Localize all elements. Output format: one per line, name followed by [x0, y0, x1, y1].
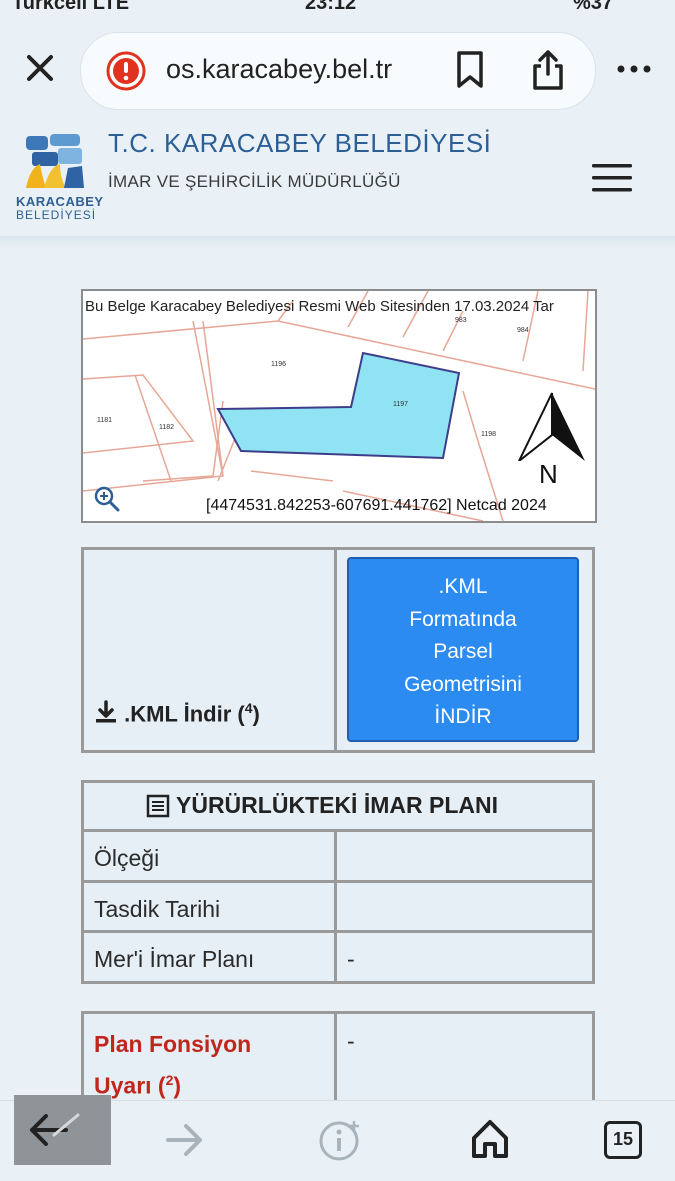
back-button[interactable] — [14, 1095, 111, 1165]
status-bar: Turkcell LTE 23:12 %37 — [0, 0, 675, 12]
warning-label: Plan Fonsiyon Uyarı (2) — [94, 1026, 251, 1104]
divider — [334, 1011, 337, 1111]
divider — [81, 880, 595, 883]
plan-row-value: - — [347, 946, 355, 972]
kml-download-button[interactable]: .KML Formatında Parsel Geometrisini İNDİ… — [347, 557, 579, 742]
clock-text: 23:12 — [305, 0, 357, 12]
divider — [81, 829, 595, 832]
kml-button-line: Formatında — [409, 607, 517, 631]
kml-download-link[interactable]: .KML İndir (4) — [94, 700, 260, 727]
kml-download-close: ) — [252, 701, 260, 727]
parcel-label: 1197 — [393, 401, 409, 408]
header-shadow — [0, 236, 675, 250]
plan-row-label: Tasdik Tarihi — [94, 896, 221, 922]
close-icon[interactable] — [24, 52, 56, 84]
parcel-label: 983 — [455, 317, 467, 324]
zoom-in-icon[interactable] — [93, 485, 121, 513]
north-label: N — [539, 459, 558, 489]
kml-download-label: .KML İndir ( — [124, 701, 245, 727]
home-icon[interactable] — [470, 1118, 510, 1160]
bookmark-icon[interactable] — [454, 50, 486, 90]
parcel-map[interactable]: 1196 1197 1181 1182 1198 983 984 Bu Belg… — [81, 289, 597, 523]
kml-download-sup: 4 — [244, 700, 253, 716]
warning-label-close: ) — [173, 1072, 182, 1099]
site-title: T.C. KARACABEY BELEDİYESİ — [108, 128, 492, 158]
divider — [81, 930, 595, 933]
carrier-text: Turkcell LTE — [12, 0, 130, 12]
plan-row-label: Ölçeği — [94, 845, 160, 871]
parcel-label: 1182 — [159, 424, 175, 431]
list-icon — [146, 794, 170, 818]
site-subtitle: İMAR VE ŞEHİRCİLİK MÜDÜRLÜĞÜ — [108, 172, 401, 191]
parcel-label: 1181 — [97, 417, 113, 424]
page-info-icon[interactable] — [318, 1118, 362, 1162]
parcel-label: 984 — [517, 327, 529, 334]
map-coordinates: [4474531.842253-607691.441762] Netcad 20… — [206, 497, 547, 514]
security-warning-icon[interactable] — [106, 51, 146, 91]
warning-value: - — [347, 1028, 355, 1054]
kml-button-line: İNDİR — [434, 705, 492, 728]
url-text[interactable]: os.karacabey.bel.tr — [166, 54, 392, 85]
tabs-count-button[interactable]: 15 — [604, 1121, 642, 1159]
forward-arrow-icon[interactable] — [164, 1122, 204, 1158]
share-icon[interactable] — [530, 48, 566, 92]
map-caption: Bu Belge Karacabey Belediyesi Resmi Web … — [85, 298, 554, 315]
divider — [334, 829, 337, 981]
more-options-icon[interactable] — [616, 62, 652, 76]
north-arrow-icon — [517, 391, 587, 462]
kml-button-line: Geometrisini — [404, 672, 522, 696]
divider — [334, 547, 337, 753]
kml-button-line: Parsel — [433, 640, 493, 663]
warning-label-line1: Plan Fonsiyon — [94, 1031, 252, 1057]
karacabey-logo-icon[interactable] — [22, 130, 88, 192]
back-arrow-icon — [30, 1113, 80, 1146]
hamburger-menu-icon[interactable] — [590, 162, 634, 194]
zoning-plan-heading: YÜRÜRLÜKTEKİ İMAR PLANI — [176, 792, 498, 818]
kml-button-line: .KML — [438, 575, 488, 598]
logo-text-line1: KARACABEY — [16, 194, 104, 209]
parcel-label: 1196 — [271, 361, 287, 368]
plan-row-label: Mer'i İmar Planı — [94, 946, 255, 972]
download-icon — [96, 700, 116, 723]
logo-text-line2: BELEDİYESİ — [16, 208, 97, 222]
battery-text: %37 — [573, 0, 614, 12]
parcel-label: 1198 — [481, 431, 497, 438]
